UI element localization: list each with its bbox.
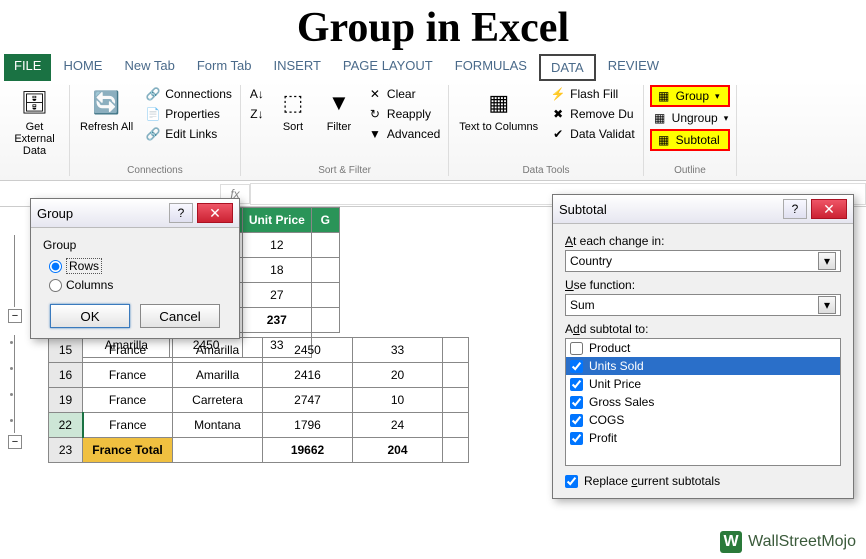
chevron-down-icon: ▾ (715, 91, 720, 102)
funnel-icon: ▼ (323, 87, 355, 119)
close-button[interactable]: ✕ (811, 199, 847, 219)
sort-za-button[interactable]: Z↓ (247, 105, 267, 123)
list-item[interactable]: Unit Price (566, 375, 840, 393)
logo-icon: W (720, 531, 742, 553)
sort-asc-icon: A↓ (249, 86, 265, 102)
radio-columns[interactable]: Columns (49, 278, 227, 292)
flash-fill-button[interactable]: ⚡Flash Fill (548, 85, 636, 103)
ok-button[interactable]: OK (50, 304, 130, 328)
remove-dup-icon: ✖ (550, 106, 566, 122)
table-row: 15FranceAmarilla245033 (49, 338, 469, 363)
connections-button[interactable]: 🔗Connections (143, 85, 234, 103)
ungroup-button[interactable]: ▦Ungroup▾ (650, 109, 731, 127)
advanced-icon: ▼ (367, 126, 383, 142)
tab-pagelayout[interactable]: PAGE LAYOUT (333, 54, 443, 81)
use-function-combo[interactable]: Sum▾ (565, 294, 841, 316)
use-function-label: Use function: (565, 278, 841, 292)
validation-icon: ✔ (550, 126, 566, 142)
reapply-icon: ↻ (367, 106, 383, 122)
col-header-price[interactable]: Unit Price (242, 208, 311, 233)
sort-desc-icon: Z↓ (249, 106, 265, 122)
ribbon: 🗄 Get External Data 🔄 Refresh All 🔗Conne… (0, 81, 866, 181)
col-header-g[interactable]: G (311, 208, 339, 233)
watermark: W WallStreetMojo (720, 531, 856, 553)
cancel-button[interactable]: Cancel (140, 304, 220, 328)
dialog-title: Group (37, 206, 165, 221)
list-item[interactable]: Product (566, 339, 840, 357)
tab-formtab[interactable]: Form Tab (187, 54, 262, 81)
chevron-down-icon: ▾ (818, 296, 836, 314)
chevron-down-icon: ▾ (724, 113, 729, 124)
collapse-button[interactable]: − (8, 435, 22, 449)
properties-button[interactable]: 📄Properties (143, 105, 234, 123)
collapse-button[interactable]: − (8, 309, 22, 323)
sort-az-button[interactable]: A↓ (247, 85, 267, 103)
list-item[interactable]: Units Sold (566, 357, 840, 375)
page-title: Group in Excel (0, 0, 866, 54)
refresh-all-button[interactable]: 🔄 Refresh All (76, 85, 137, 135)
reapply-button[interactable]: ↻Reapply (365, 105, 442, 123)
subtotal-dialog: Subtotal ? ✕ AAt each change in:t each c… (552, 194, 854, 499)
tab-review[interactable]: REVIEW (598, 54, 669, 81)
link-icon: 🔗 (145, 86, 161, 102)
table-row: 16FranceAmarilla241620 (49, 363, 469, 388)
table-row: 23France Total19662204 (49, 438, 469, 463)
tab-formulas[interactable]: FORMULAS (445, 54, 537, 81)
dialog-title: Subtotal (559, 202, 779, 217)
refresh-icon: 🔄 (91, 87, 123, 119)
flash-icon: ⚡ (550, 86, 566, 102)
at-each-change-label: AAt each change in:t each change in: (565, 234, 841, 248)
list-item[interactable]: COGS (566, 411, 840, 429)
clear-button[interactable]: ✕Clear (365, 85, 442, 103)
subtotal-icon: ▦ (656, 132, 672, 148)
tab-data[interactable]: DATA (539, 54, 596, 81)
database-icon: 🗄 (19, 87, 51, 119)
chevron-down-icon: ▾ (818, 252, 836, 270)
edit-links-button[interactable]: 🔗Edit Links (143, 125, 234, 143)
add-subtotal-list[interactable]: Product Units Sold Unit Price Gross Sale… (565, 338, 841, 466)
properties-icon: 📄 (145, 106, 161, 122)
ribbon-tabs: FILE HOME New Tab Form Tab INSERT PAGE L… (0, 54, 866, 81)
edit-links-icon: 🔗 (145, 126, 161, 142)
list-item[interactable]: Gross Sales (566, 393, 840, 411)
sort-icon: ⬚ (277, 87, 309, 119)
at-each-change-combo[interactable]: Country▾ (565, 250, 841, 272)
list-item[interactable]: Profit (566, 429, 840, 447)
close-button[interactable]: ✕ (197, 203, 233, 223)
tab-home[interactable]: HOME (53, 54, 112, 81)
add-subtotal-label: Add subtotal to: (565, 322, 841, 336)
table-row: 22FranceMontana179624 (49, 413, 469, 438)
clear-icon: ✕ (367, 86, 383, 102)
data-validation-button[interactable]: ✔Data Validat (548, 125, 636, 143)
data-grid-lower[interactable]: 15FranceAmarilla245033 16FranceAmarilla2… (48, 337, 469, 463)
tab-insert[interactable]: INSERT (263, 54, 330, 81)
help-button[interactable]: ? (783, 199, 807, 219)
group-section-label: Group (43, 238, 227, 252)
filter-button[interactable]: ▼ Filter (319, 85, 359, 135)
tab-file[interactable]: FILE (4, 54, 51, 81)
group-dialog: Group ? ✕ Group Rows Columns OK Cancel (30, 198, 240, 339)
columns-icon: ▦ (483, 87, 515, 119)
remove-duplicates-button[interactable]: ✖Remove Du (548, 105, 636, 123)
group-button[interactable]: ▦Group▾ (650, 85, 731, 107)
advanced-button[interactable]: ▼Advanced (365, 125, 442, 143)
radio-rows[interactable]: Rows (49, 258, 227, 274)
replace-subtotals-checkbox[interactable]: Replace current subtotals (565, 474, 841, 488)
help-button[interactable]: ? (169, 203, 193, 223)
tab-newtab[interactable]: New Tab (114, 54, 184, 81)
table-row: 19FranceCarretera274710 (49, 388, 469, 413)
group-icon: ▦ (656, 88, 672, 104)
text-to-columns-button[interactable]: ▦ Text to Columns (455, 85, 542, 135)
get-external-data-button[interactable]: 🗄 Get External Data (6, 85, 63, 159)
subtotal-button[interactable]: ▦Subtotal (650, 129, 731, 151)
sort-button[interactable]: ⬚ Sort (273, 85, 313, 135)
ungroup-icon: ▦ (652, 110, 668, 126)
